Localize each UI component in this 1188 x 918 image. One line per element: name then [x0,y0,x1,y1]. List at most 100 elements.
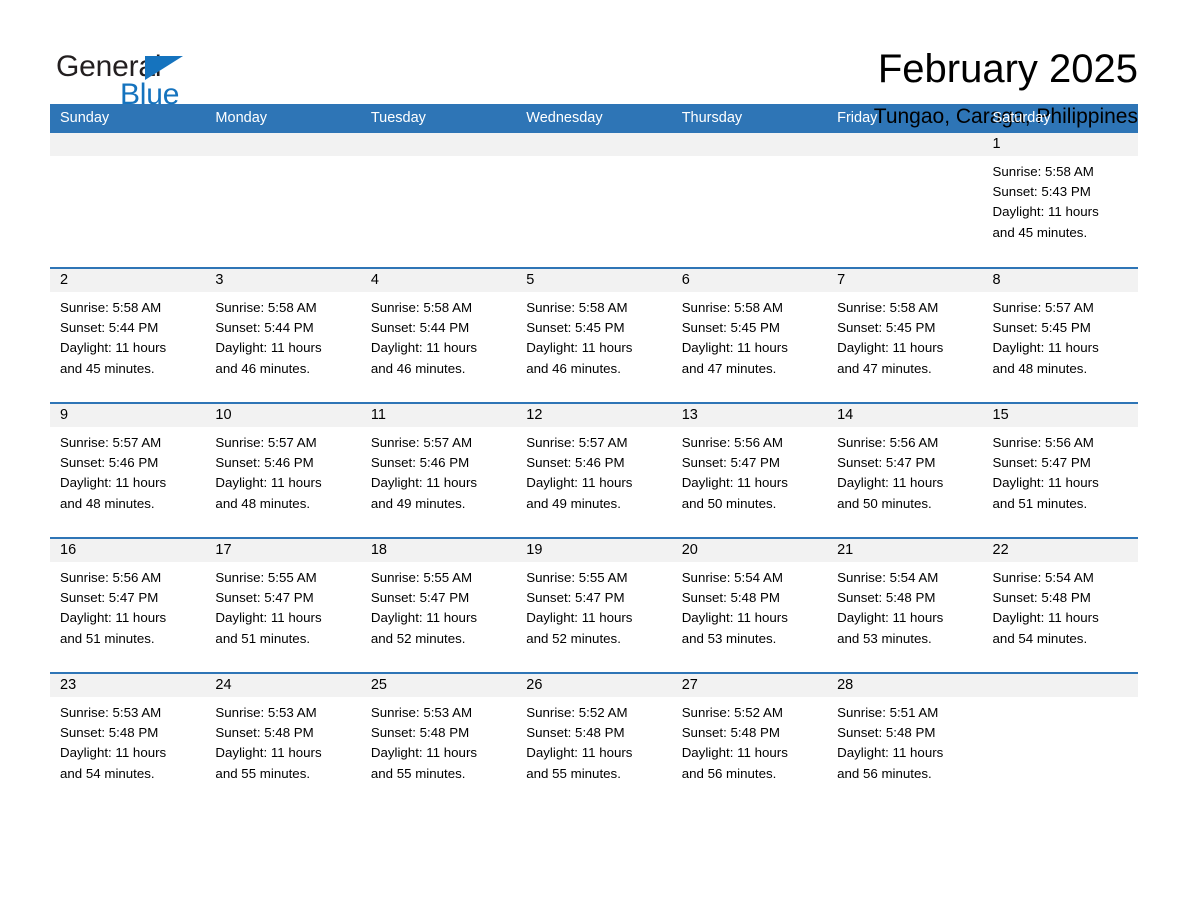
day-details: Sunrise: 5:54 AM Sunset: 5:48 PM Daylight:… [672,562,827,649]
sunset-text: Sunset: 5:47 PM [992,455,1091,471]
daylight-text: Daylight: 11 hours [526,340,633,356]
day-details: Sunrise: 5:51 AM Sunset: 5:48 PM Daylight:… [827,697,982,784]
day-number: 17 [205,539,361,562]
day-details [983,697,1138,703]
sunset-text: Sunset: 5:47 PM [681,455,780,471]
sunset-text: Sunset: 5:48 PM [60,725,159,741]
day-number: 6 [671,269,828,292]
calendar-day-cell[interactable]: 1 Sunrise: 5:58 AM Sunset: 5:43 PM Daylight… [982,133,1138,268]
calendar-day-cell-empty [205,133,361,268]
calendar-day-cell[interactable]: 3 Sunrise: 5:58 AM Sunset: 5:44 PM Daylight… [205,267,361,403]
day-number: 20 [671,539,828,562]
calendar-day-cell[interactable]: 16 Sunrise: 5:56 AM Sunset: 5:47 PM Dayligh… [50,537,206,673]
daylight-text: Daylight: 11 hours [215,610,322,626]
calendar-day-cell[interactable]: 8 Sunrise: 5:57 AM Sunset: 5:45 PM Daylight… [982,267,1138,403]
day-details: Sunrise: 5:53 AM Sunset: 5:48 PM Daylight:… [361,697,516,784]
calendar-day-cell[interactable]: 11 Sunrise: 5:57 AM Sunset: 5:46 PM Dayligh… [360,402,517,538]
calendar-week-row: 1 Sunrise: 5:58 AM Sunset: 5:43 PM Daylight… [50,133,1138,268]
sunset-text: Sunset: 5:46 PM [215,455,314,471]
sunrise-text: Sunrise: 5:56 AM [837,435,939,450]
calendar-day-cell[interactable]: 22 Sunrise: 5:54 AM Sunset: 5:48 PM Dayligh… [982,537,1138,673]
calendar-day-cell[interactable]: 2 Sunrise: 5:58 AM Sunset: 5:44 PM Daylight… [50,267,206,403]
calendar-day-cell[interactable]: 9 Sunrise: 5:57 AM Sunset: 5:46 PM Daylight… [50,402,206,538]
calendar-day-cell[interactable]: 28 Sunrise: 5:51 AM Sunset: 5:48 PM Dayligh… [827,672,983,808]
day-details: Sunrise: 5:54 AM Sunset: 5:48 PM Daylight:… [983,562,1138,649]
calendar-week-row: 2 Sunrise: 5:58 AM Sunset: 5:44 PM Daylight… [50,267,1138,403]
daylight-text: and 50 minutes. [681,495,777,511]
day-number: 15 [982,404,1138,427]
calendar-day-cell[interactable]: 19 Sunrise: 5:55 AM Sunset: 5:47 PM Dayligh… [516,537,672,673]
daylight-text: and 49 minutes. [526,495,621,511]
calendar-day-cell-empty [827,133,983,268]
calendar-day-cell[interactable]: 25 Sunrise: 5:53 AM Sunset: 5:48 PM Dayligh… [360,672,517,808]
daylight-text: and 55 minutes. [526,765,621,781]
day-number: 22 [982,539,1138,562]
day-number: 12 [516,404,672,427]
day-number [827,133,983,156]
calendar-day-cell[interactable]: 5 Sunrise: 5:58 AM Sunset: 5:45 PM Daylight… [516,267,672,403]
calendar-day-cell-empty [671,133,828,268]
day-details [361,156,516,162]
daylight-text: Daylight: 11 hours [370,475,478,491]
daylight-text: and 47 minutes. [837,360,932,376]
day-number: 9 [50,404,206,427]
calendar-day-cell[interactable]: 15 Sunrise: 5:56 AM Sunset: 5:47 PM Dayligh… [982,402,1138,538]
daylight-text: Daylight: 11 hours [60,340,167,356]
calendar-day-cell[interactable]: 24 Sunrise: 5:53 AM Sunset: 5:48 PM Dayligh… [205,672,361,808]
calendar-day-cell[interactable]: 26 Sunrise: 5:52 AM Sunset: 5:48 PM Dayligh… [516,672,672,808]
calendar-day-cell[interactable]: 4 Sunrise: 5:58 AM Sunset: 5:44 PM Daylight… [360,267,517,403]
sunset-text: Sunset: 5:47 PM [215,590,314,606]
day-details: Sunrise: 5:57 AM Sunset: 5:46 PM Daylight:… [205,427,360,514]
calendar-day-cell[interactable]: 10 Sunrise: 5:57 AM Sunset: 5:46 PM Dayligh… [205,402,361,538]
daylight-text: and 46 minutes. [526,360,621,376]
day-details: Sunrise: 5:56 AM Sunset: 5:47 PM Daylight:… [983,427,1138,514]
day-details: Sunrise: 5:55 AM Sunset: 5:47 PM Daylight:… [361,562,516,649]
day-number: 21 [827,539,983,562]
daylight-text: Daylight: 11 hours [370,340,478,356]
day-details: Sunrise: 5:55 AM Sunset: 5:47 PM Daylight:… [205,562,360,649]
day-number: 13 [671,404,828,427]
sunrise-text: Sunrise: 5:54 AM [681,570,783,585]
sunrise-text: Sunrise: 5:54 AM [992,570,1094,585]
day-number: 4 [360,269,517,292]
sunrise-text: Sunrise: 5:54 AM [837,570,939,585]
day-details: Sunrise: 5:58 AM Sunset: 5:45 PM Daylight:… [516,292,671,379]
day-number: 8 [982,269,1138,292]
calendar-day-cell[interactable]: 17 Sunrise: 5:55 AM Sunset: 5:47 PM Dayligh… [205,537,361,673]
daylight-text: and 53 minutes. [837,630,932,646]
calendar-day-cell[interactable]: 27 Sunrise: 5:52 AM Sunset: 5:48 PM Dayligh… [671,672,828,808]
calendar-day-cell[interactable]: 13 Sunrise: 5:56 AM Sunset: 5:47 PM Dayligh… [671,402,828,538]
calendar-day-cell[interactable]: 7 Sunrise: 5:58 AM Sunset: 5:45 PM Daylight… [827,267,983,403]
daylight-text: Daylight: 11 hours [837,475,944,491]
calendar-day-cell-empty [982,672,1138,808]
calendar-day-cell[interactable]: 23 Sunrise: 5:53 AM Sunset: 5:48 PM Dayligh… [50,672,206,808]
sunset-text: Sunset: 5:48 PM [992,590,1091,606]
daylight-text: and 51 minutes. [60,630,155,646]
daylight-text: Daylight: 11 hours [526,610,633,626]
calendar-day-cell[interactable]: 14 Sunrise: 5:56 AM Sunset: 5:47 PM Dayligh… [827,402,983,538]
day-number: 24 [205,674,361,697]
day-number: 23 [50,674,206,697]
day-number: 10 [205,404,361,427]
day-number [671,133,828,156]
weekday-header-thursday: Thursday [671,104,828,133]
calendar-week-row: 9 Sunrise: 5:57 AM Sunset: 5:46 PM Daylight… [50,402,1138,538]
calendar-day-cell[interactable]: 6 Sunrise: 5:58 AM Sunset: 5:45 PM Daylight… [671,267,828,403]
calendar-day-cell[interactable]: 12 Sunrise: 5:57 AM Sunset: 5:46 PM Dayligh… [516,402,672,538]
calendar-day-cell[interactable]: 20 Sunrise: 5:54 AM Sunset: 5:48 PM Dayligh… [671,537,828,673]
day-number: 25 [360,674,517,697]
daylight-text: and 50 minutes. [837,495,932,511]
day-details: Sunrise: 5:57 AM Sunset: 5:46 PM Daylight:… [361,427,516,514]
day-number: 3 [205,269,361,292]
sunrise-text: Sunrise: 5:56 AM [992,435,1094,450]
sunrise-text: Sunrise: 5:53 AM [60,705,162,720]
generalblue-logo[interactable]: General Blue [50,46,210,110]
calendar-day-cell[interactable]: 18 Sunrise: 5:55 AM Sunset: 5:47 PM Dayligh… [360,537,517,673]
daylight-text: and 56 minutes. [681,765,777,781]
daylight-text: and 55 minutes. [215,765,311,781]
calendar-day-cell[interactable]: 21 Sunrise: 5:54 AM Sunset: 5:48 PM Dayligh… [827,537,983,673]
sunrise-text: Sunrise: 5:58 AM [60,300,162,315]
sunset-text: Sunset: 5:45 PM [992,320,1091,336]
sunrise-text: Sunrise: 5:58 AM [370,300,473,315]
daylight-text: Daylight: 11 hours [370,610,478,626]
